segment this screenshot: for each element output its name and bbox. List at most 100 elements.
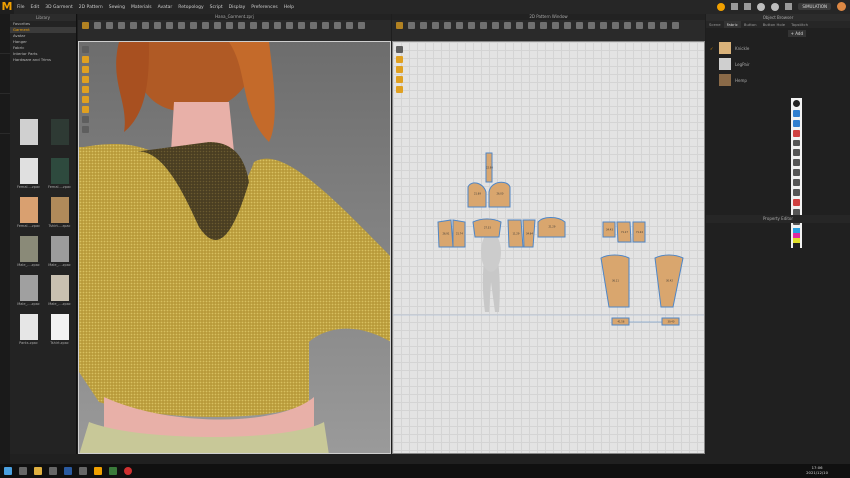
3d-tool-icon[interactable] [286, 22, 293, 29]
explorer-icon[interactable] [34, 467, 42, 475]
pattern-piece[interactable]: 34.64 [522, 219, 536, 248]
2d-tool-icon[interactable] [660, 22, 667, 29]
paint-icon[interactable] [793, 198, 800, 206]
photoshop-icon[interactable] [64, 467, 72, 475]
notification-icon[interactable] [717, 2, 726, 11]
2d-tool-icon[interactable] [648, 22, 655, 29]
color-swatch-icon[interactable] [793, 228, 800, 249]
menu-edit[interactable]: Edit [28, 5, 43, 10]
3d-view-tool-icon[interactable] [82, 66, 89, 73]
library-thumbnail[interactable]: Pants.zpac [13, 314, 44, 349]
menu-retopology[interactable]: Retopology [175, 5, 206, 10]
tab-button-hole[interactable]: Button Hole [760, 21, 789, 28]
2d-tool-icon[interactable] [516, 22, 523, 29]
menu-2d-pattern[interactable]: 2D Pattern [76, 5, 106, 10]
pattern-piece[interactable]: 27.33 [472, 218, 502, 238]
pattern-piece[interactable]: 34.43 [602, 221, 616, 238]
library-thumbnail[interactable]: Tshirt.zpac [44, 314, 75, 349]
2d-tool-icon[interactable] [492, 22, 499, 29]
3d-tool-icon[interactable] [82, 22, 89, 29]
3d-tool-icon[interactable] [202, 22, 209, 29]
pattern-piece[interactable]: 21.74 [452, 219, 466, 248]
pencil-icon[interactable] [793, 139, 800, 147]
pattern-piece[interactable]: 21.69 [467, 182, 487, 208]
menu-help[interactable]: Help [281, 5, 297, 10]
search-icon[interactable] [19, 467, 27, 475]
user-avatar[interactable] [837, 2, 846, 11]
2d-tool-icon[interactable] [624, 22, 631, 29]
menu-display[interactable]: Display [226, 5, 249, 10]
maps-icon[interactable] [109, 467, 117, 475]
trash-icon[interactable] [793, 179, 800, 186]
3d-view-tool-icon[interactable] [82, 126, 89, 133]
pattern-piece[interactable]: 71.17 [616, 221, 632, 243]
library-thumbnail[interactable]: Male_....zpac [13, 275, 44, 310]
library-thumbnail[interactable]: Tshirt....zpac [44, 197, 75, 232]
monitor-icon[interactable] [731, 3, 739, 10]
menu-materials[interactable]: Materials [128, 5, 155, 10]
select-icon[interactable] [793, 119, 800, 127]
app-icon[interactable] [49, 467, 57, 475]
taskbar-clock[interactable]: 17:06 2021/12/10 [806, 465, 828, 475]
2d-tool-icon[interactable] [504, 22, 511, 29]
menu-3d-garment[interactable]: 3D Garment [42, 5, 76, 10]
2d-view-tool-icon[interactable] [396, 46, 403, 53]
record-icon[interactable] [124, 467, 132, 475]
help-icon[interactable] [757, 2, 766, 11]
pattern-piece[interactable]: 41.56 [611, 317, 630, 326]
2d-tool-icon[interactable] [540, 22, 547, 29]
3d-view-tool-icon[interactable] [82, 106, 89, 113]
3d-tool-icon[interactable] [226, 22, 233, 29]
library-thumbnail[interactable]: Male_....zpac [44, 275, 75, 310]
pattern-piece[interactable]: 26.00 [488, 181, 511, 208]
3d-view-tool-icon[interactable] [82, 96, 89, 103]
3d-view-tool-icon[interactable] [82, 76, 89, 83]
3d-tool-icon[interactable] [262, 22, 269, 29]
3d-view-tool-icon[interactable] [82, 46, 89, 53]
3d-tool-icon[interactable] [334, 22, 341, 29]
3d-tool-icon[interactable] [106, 22, 113, 29]
3d-view-tool-icon[interactable] [82, 116, 89, 123]
pattern-piece[interactable]: 26.91 [437, 219, 454, 248]
3d-tool-icon[interactable] [322, 22, 329, 29]
tab-scene[interactable]: Scene [706, 21, 724, 28]
lasso-icon[interactable] [793, 169, 800, 176]
3d-tool-icon[interactable] [346, 22, 353, 29]
3d-tool-icon[interactable] [298, 22, 305, 29]
3d-tool-icon[interactable] [118, 22, 125, 29]
2d-view-tool-icon[interactable] [396, 76, 403, 83]
truck-icon[interactable] [793, 188, 800, 196]
2d-view-tool-icon[interactable] [396, 86, 403, 93]
3d-tool-icon[interactable] [358, 22, 365, 29]
start-icon[interactable] [4, 467, 12, 475]
menu-preferences[interactable]: Preferences [248, 5, 280, 10]
rail-tab-modular[interactable] [0, 94, 10, 134]
menu-script[interactable]: Script [207, 5, 226, 10]
tab-fabric[interactable]: Fabric [723, 21, 741, 28]
3d-tool-icon[interactable] [310, 22, 317, 29]
tab-topstitch[interactable]: Topstitch [788, 21, 811, 28]
library-thumbnail[interactable]: Male_....zpac [44, 236, 75, 271]
3d-tool-icon[interactable] [238, 22, 245, 29]
pattern-piece[interactable]: 71.24 [632, 221, 646, 243]
menu-file[interactable]: File [14, 5, 28, 10]
library-thumbnail[interactable]: Femal....zpac [13, 197, 44, 232]
2d-tool-icon[interactable] [576, 22, 583, 29]
3d-view-tool-icon[interactable] [82, 56, 89, 63]
2d-tool-icon[interactable] [480, 22, 487, 29]
2d-tool-icon[interactable] [420, 22, 427, 29]
2d-tool-icon[interactable] [444, 22, 451, 29]
menu-avatar[interactable]: Avatar [155, 5, 176, 10]
2d-tool-icon[interactable] [588, 22, 595, 29]
3d-tool-icon[interactable] [274, 22, 281, 29]
2d-tool-icon[interactable] [528, 22, 535, 29]
2d-tool-icon[interactable] [600, 22, 607, 29]
simulation-toggle[interactable]: SIMULATION [798, 3, 831, 10]
3d-tool-icon[interactable] [190, 22, 197, 29]
pattern-piece[interactable]: 39.40 [661, 317, 680, 326]
3d-tool-icon[interactable] [214, 22, 221, 29]
2d-tool-icon[interactable] [552, 22, 559, 29]
2d-tool-icon[interactable] [432, 22, 439, 29]
3d-tool-icon[interactable] [142, 22, 149, 29]
pattern-piece[interactable]: 21.29 [537, 217, 566, 238]
